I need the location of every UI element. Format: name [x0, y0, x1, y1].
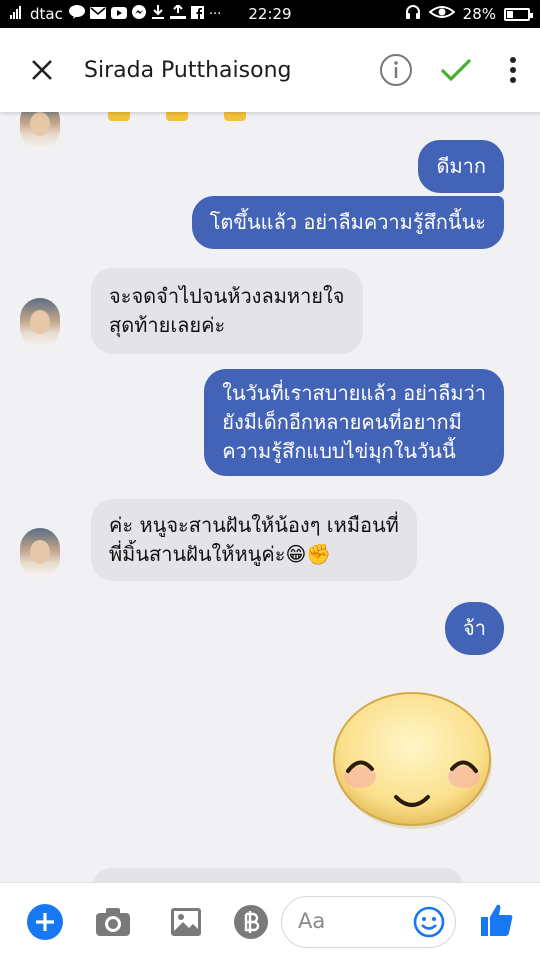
battery-icon: [504, 7, 533, 21]
youtube-icon: [110, 5, 127, 23]
add-button[interactable]: [26, 903, 64, 941]
more-vertical-icon: [510, 57, 516, 83]
thumbs-up-icon: [481, 904, 513, 936]
checkmark-icon: [440, 58, 472, 82]
message-text: ดีมาก: [436, 154, 486, 178]
message-bubble-outgoing[interactable]: ดีมาก: [418, 140, 504, 193]
contact-avatar[interactable]: [20, 298, 60, 348]
status-bar: dtac ··· 22:29 28%: [0, 0, 540, 28]
battery-percent: 28%: [462, 5, 496, 23]
close-button[interactable]: [0, 28, 84, 112]
message-bubble-incoming[interactable]: จะจดจำไปจนห้วงลมหายใจ สุดท้ายเลยค่ะ: [91, 268, 363, 354]
more-notifications: ···: [208, 6, 222, 22]
message-text: ยังมีเด็กอีกหลายคนที่อยากมี: [222, 410, 462, 434]
notification-icon: [169, 3, 186, 23]
eye-icon: [428, 5, 456, 23]
close-icon: [32, 60, 52, 80]
message-bubble-outgoing[interactable]: จ้า: [445, 602, 504, 655]
smiling-face-sticker[interactable]: [332, 689, 494, 831]
message-bubble-incoming[interactable]: ค่ะ หนูจะสานฝันให้น้องๆ เหมือนที่ พี่มิ้…: [91, 499, 417, 581]
emoji-icon: [413, 906, 445, 938]
message-text: โตขึ้นแล้ว อย่าลืมความรู้สึกนี้นะ: [209, 210, 486, 234]
battery-level: [507, 10, 514, 18]
message-bubble-incoming-partial: [92, 868, 464, 882]
contact-avatar[interactable]: [20, 528, 60, 578]
facebook-icon: [190, 5, 204, 23]
info-icon: [380, 54, 412, 86]
download-icon: [151, 5, 165, 23]
payment-button[interactable]: [232, 903, 270, 941]
line-icon: [68, 5, 85, 23]
headset-icon: [405, 5, 421, 23]
contact-avatar[interactable]: [20, 112, 60, 150]
gallery-button[interactable]: [167, 903, 205, 941]
message-text: ความรู้สึกแบบไข่มุกในวันนี้: [222, 439, 456, 463]
done-button[interactable]: [426, 28, 486, 112]
carrier-name: dtac: [30, 5, 63, 23]
message-composer: Aa: [0, 882, 540, 960]
message-list[interactable]: ดีมาก โตขึ้นแล้ว อย่าลืมความรู้สึกนี้นะ …: [0, 112, 540, 882]
like-button[interactable]: [478, 901, 516, 939]
reaction-stickers-partial: [108, 112, 246, 121]
payment-icon: [234, 905, 268, 939]
mail-icon: [89, 5, 106, 23]
message-text: สุดท้ายเลยค่ะ: [109, 313, 226, 337]
message-text: ค่ะ หนูจะสานฝันให้น้องๆ เหมือนที่: [109, 513, 399, 537]
camera-icon: [96, 908, 130, 936]
camera-button[interactable]: [94, 903, 132, 941]
gallery-icon: [171, 908, 201, 936]
message-text: จ้า: [463, 616, 486, 640]
message-text: พี่มิ้นสานฝันให้หนูค่ะ😁✊: [109, 542, 332, 566]
add-icon: [27, 904, 63, 940]
info-button[interactable]: [366, 28, 426, 112]
message-input[interactable]: Aa: [281, 896, 456, 948]
message-bubble-outgoing[interactable]: ในวันที่เราสบายแล้ว อย่าลืมว่า ยังมีเด็ก…: [204, 369, 504, 476]
message-input-placeholder: Aa: [298, 909, 326, 933]
contact-name[interactable]: Sirada Putthaisong: [84, 58, 366, 83]
emoji-button[interactable]: [413, 906, 445, 942]
conversation-header: Sirada Putthaisong: [0, 28, 540, 112]
message-text: จะจดจำไปจนห้วงลมหายใจ: [109, 284, 345, 308]
messenger-icon: [131, 5, 146, 23]
more-options-button[interactable]: [486, 28, 540, 112]
signal-icon: [10, 6, 24, 22]
message-bubble-outgoing[interactable]: โตขึ้นแล้ว อย่าลืมความรู้สึกนี้นะ: [191, 196, 504, 249]
message-text: ในวันที่เราสบายแล้ว อย่าลืมว่า: [222, 381, 486, 405]
